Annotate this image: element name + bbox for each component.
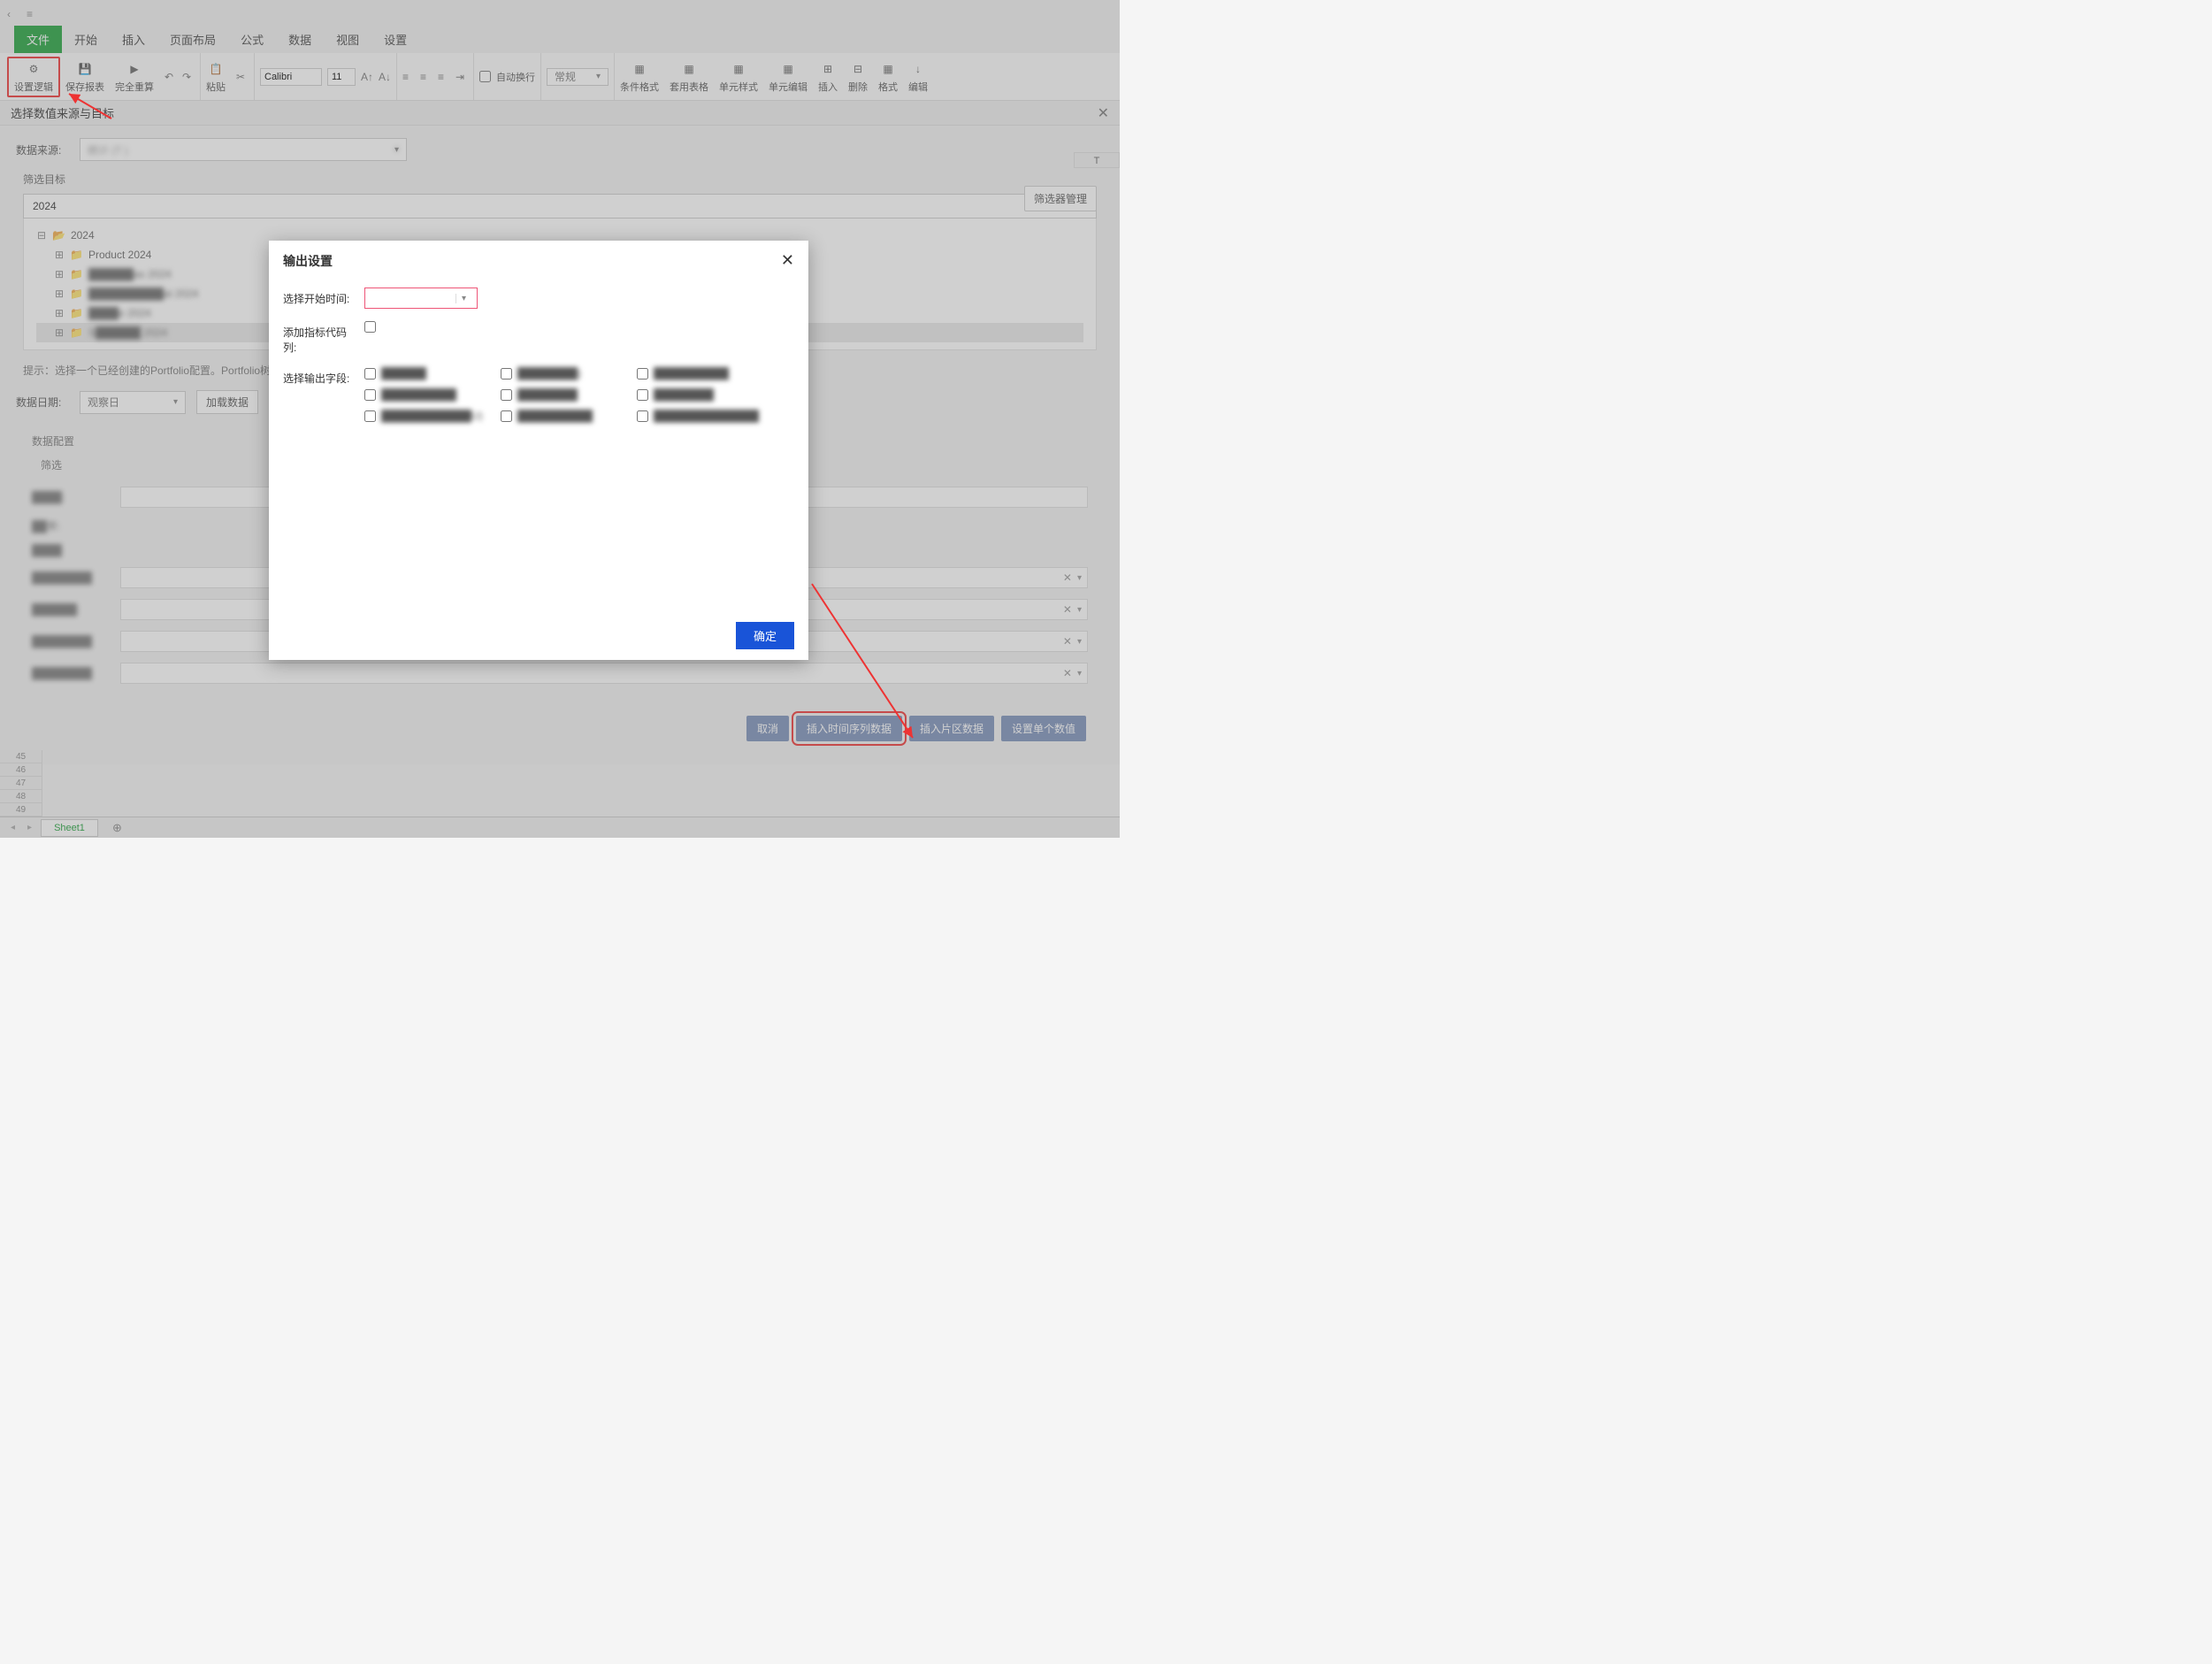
field-check[interactable]: ██████████ [501, 410, 633, 422]
fields-grid: ██████ ████████) ██████████ ██████████ █… [364, 367, 769, 422]
modal-header: 输出设置 ✕ [269, 241, 808, 280]
field-check[interactable]: ██████████████ [637, 410, 769, 422]
field-check[interactable]: ████████ [637, 388, 769, 401]
ok-button[interactable]: 确定 [736, 622, 794, 649]
field-checkbox[interactable] [364, 368, 376, 380]
chevron-down-icon: ▾ [455, 294, 471, 303]
field-checkbox[interactable] [637, 410, 648, 422]
field-checkbox[interactable] [364, 389, 376, 401]
field-check[interactable]: ████████) [501, 367, 633, 380]
field-checkbox[interactable] [501, 389, 512, 401]
modal-title: 输出设置 [283, 252, 333, 270]
select-fields-label: 选择输出字段: [283, 367, 352, 386]
field-check[interactable]: ████████████U) [364, 410, 497, 422]
field-checkbox[interactable] [637, 389, 648, 401]
start-time-select[interactable]: ▾ [364, 288, 478, 309]
field-checkbox[interactable] [637, 368, 648, 380]
field-checkbox[interactable] [501, 368, 512, 380]
output-settings-modal: 输出设置 ✕ 选择开始时间: ▾ 添加指标代码列: 选择输出字段: ██████… [269, 241, 808, 660]
start-time-label: 选择开始时间: [283, 288, 352, 306]
modal-footer: 确定 [269, 611, 808, 660]
field-checkbox[interactable] [364, 410, 376, 422]
field-check[interactable]: ██████████ [637, 367, 769, 380]
add-index-label: 添加指标代码列: [283, 321, 352, 355]
field-check[interactable]: ██████ [364, 367, 497, 380]
add-index-checkbox[interactable] [364, 321, 376, 333]
field-check[interactable]: ██████████ [364, 388, 497, 401]
modal-close-icon[interactable]: ✕ [781, 251, 794, 270]
modal-body: 选择开始时间: ▾ 添加指标代码列: 选择输出字段: ██████ ██████… [269, 280, 808, 611]
field-checkbox[interactable] [501, 410, 512, 422]
field-check[interactable]: ████████ [501, 388, 633, 401]
